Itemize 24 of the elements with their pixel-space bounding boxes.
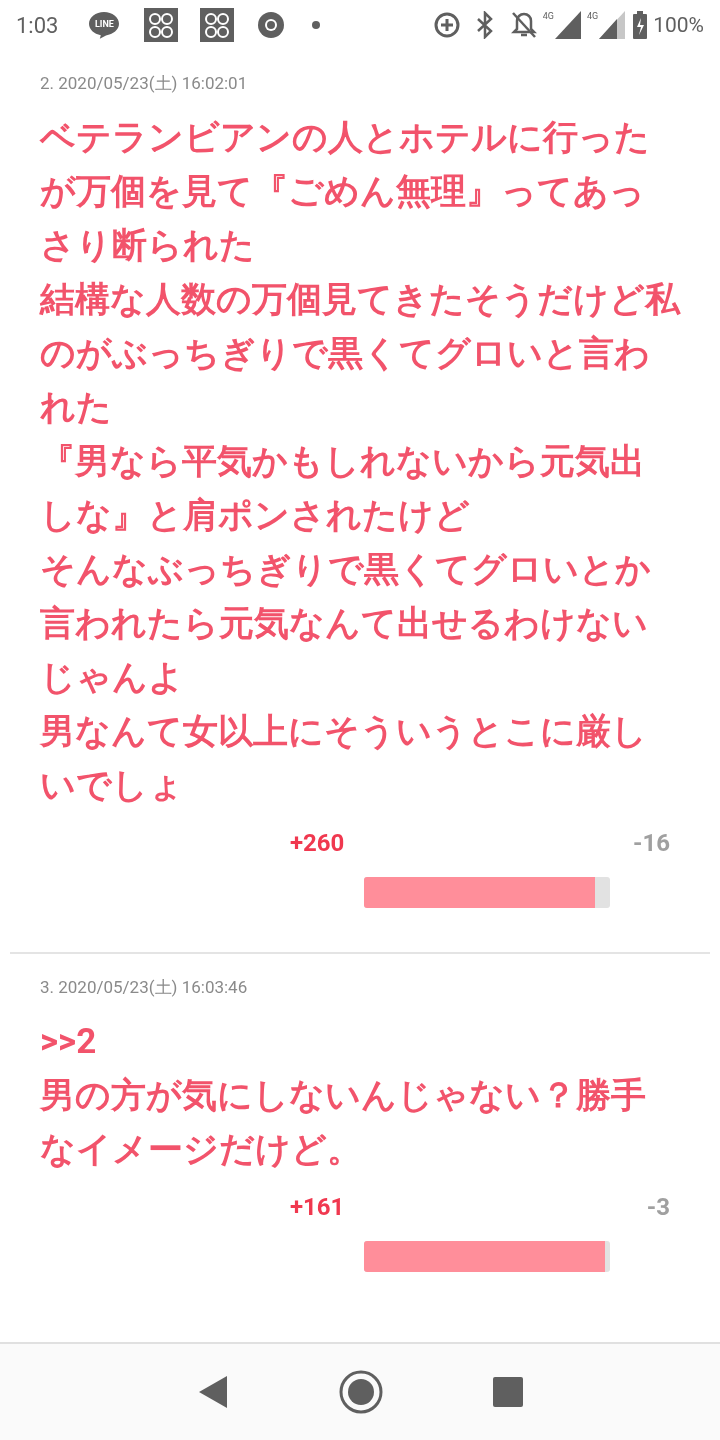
dot-icon: [312, 21, 321, 29]
battery-percent: 100%: [653, 13, 704, 37]
app-icon: [200, 8, 235, 42]
plus-count[interactable]: +161: [290, 1193, 345, 1221]
home-button[interactable]: [339, 1370, 383, 1414]
battery-icon: [633, 11, 648, 39]
comment-header: 2. 2020/05/23(土) 16:02:01: [40, 72, 249, 95]
chat-app-icon: LINE: [88, 11, 121, 39]
network-label: 4G: [542, 11, 554, 21]
data-saver-icon: [432, 11, 461, 39]
browser-icon: [256, 10, 287, 40]
plus-count[interactable]: +260: [290, 829, 345, 857]
signal-icon: [599, 11, 626, 39]
comment-text: ベテランビアンの人とホテルに行ったが万個を見て『ごめん無理』ってあっさり断られた 結構な人数の万個見てきたそうだけど私のがぶっちぎりで黒くてグロいと言われた 『男なら平気かもしれないから元気出しな』と肩ポンされたけど そんなぶっちぎりで黒くてグロいとか言われたら元気なんて出せるわけないじゃんよ 男なんて女以上にそういうとこに厳しいでしょ: [40, 116, 680, 808]
comment-header: 3. 2020/05/23(土) 16:03:46: [40, 976, 249, 999]
muted-bell-icon: [510, 11, 537, 39]
minus-count[interactable]: -3: [646, 1193, 670, 1221]
comment-text: >>2 男の方が気にしないんじゃない？勝手なイメージだけど。: [40, 1020, 647, 1172]
clock: 1:03: [16, 12, 59, 38]
signal-icon: [555, 11, 581, 39]
back-button[interactable]: [197, 1375, 229, 1409]
minus-count[interactable]: -16: [633, 829, 670, 857]
app-icon: [144, 8, 179, 42]
network-label: 4G: [587, 11, 599, 21]
